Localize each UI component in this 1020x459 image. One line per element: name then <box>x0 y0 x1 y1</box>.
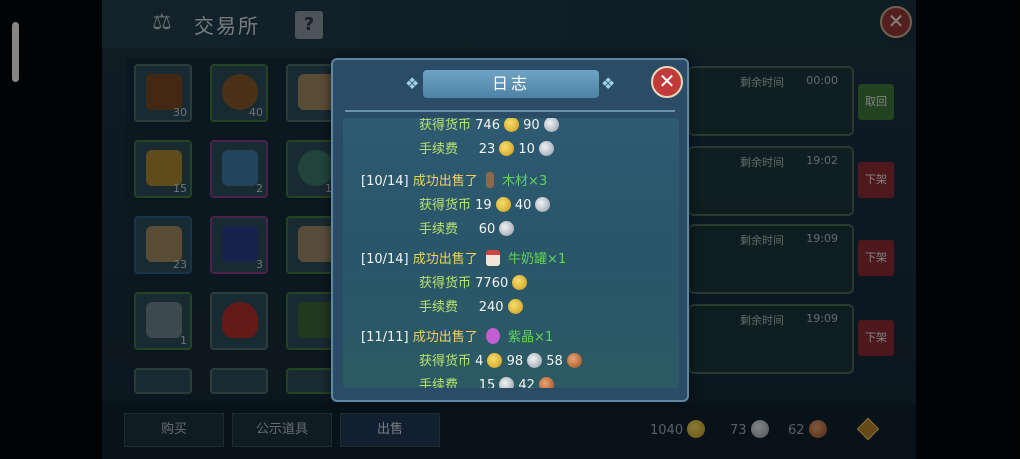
ornament-icon: ❖ <box>601 74 616 93</box>
silver-coin-icon <box>499 221 515 236</box>
silver-coin-icon <box>543 118 559 132</box>
log-title: 日志 <box>423 70 599 98</box>
log-list[interactable]: 获得货币 746 90 手续费 23 10 [10/14] 成功出售了 木材×3… <box>343 118 679 388</box>
silver-coin-icon <box>535 197 551 212</box>
log-close-button[interactable]: ✕ <box>651 66 683 98</box>
log-header: ❖ 日志 ❖ ✕ <box>333 60 687 112</box>
log-fee-row: 手续费 60 <box>419 218 515 237</box>
gold-coin-icon <box>503 118 519 132</box>
log-fee-row: 手续费 15 42 <box>419 374 554 388</box>
log-sale-row: [10/14] 成功出售了 木材×3 <box>361 172 548 189</box>
log-sale-row: [10/14] 成功出售了 牛奶罐×1 <box>361 250 567 267</box>
ornament-icon: ❖ <box>405 74 420 93</box>
copper-coin-icon <box>538 377 554 388</box>
gold-coin-icon <box>487 353 503 368</box>
gold-coin-icon <box>495 197 511 212</box>
log-income-row: 获得货币 746 90 <box>419 118 559 133</box>
log-dialog: ❖ 日志 ❖ ✕ 获得货币 746 90 手续费 23 10 [10/14] 成… <box>331 58 689 402</box>
log-fee-row: 手续费 23 10 <box>419 138 554 157</box>
amethyst-icon <box>485 328 500 344</box>
gold-coin-icon <box>512 275 528 290</box>
gold-coin-icon <box>499 141 515 156</box>
divider <box>345 110 675 112</box>
log-income-row: 获得货币 19 40 <box>419 194 551 213</box>
gold-coin-icon <box>507 299 523 314</box>
wood-icon <box>485 172 494 188</box>
copper-coin-icon <box>566 353 582 368</box>
log-sale-row: [11/11] 成功出售了 紫晶×1 <box>361 328 554 345</box>
log-fee-row: 手续费 240 <box>419 296 523 315</box>
silver-coin-icon <box>527 353 543 368</box>
silver-coin-icon <box>499 377 515 388</box>
log-income-row: 获得货币 4 98 58 <box>419 350 582 369</box>
silver-coin-icon <box>538 141 554 156</box>
log-income-row: 获得货币 7760 <box>419 272 528 291</box>
milk-bottle-icon <box>485 250 500 266</box>
